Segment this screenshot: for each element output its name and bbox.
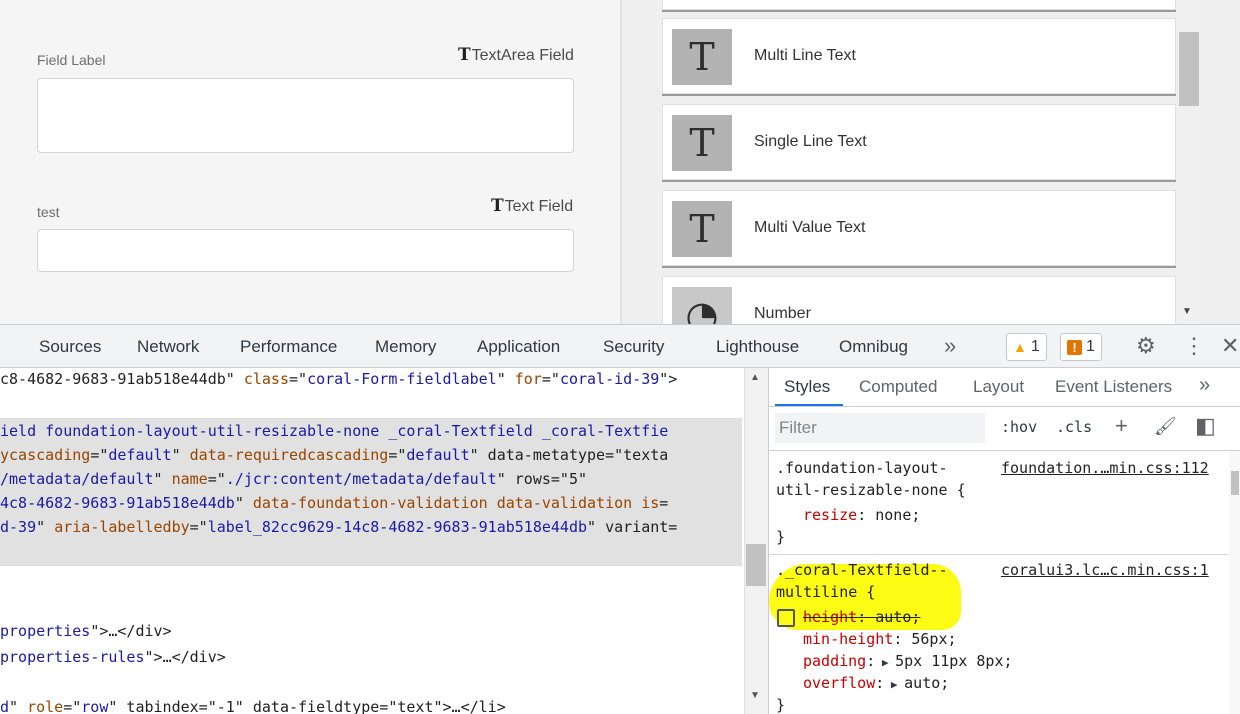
tab-application[interactable]: Application: [477, 337, 560, 357]
tab-performance[interactable]: Performance: [240, 337, 337, 357]
close-icon[interactable]: ✕: [1221, 333, 1239, 359]
css-selector: ._coral-Textfield--: [776, 561, 948, 579]
dom-tree-line[interactable]: d" role="row" tabindex="-1" data-fieldty…: [0, 698, 506, 714]
component-card-single-line-text[interactable]: T Single Line Text: [662, 104, 1176, 180]
components-panel: T Multi Line Text T Single Line Text T M…: [622, 0, 1240, 324]
issues-count: 1: [1086, 338, 1095, 355]
text-field-input[interactable]: [37, 229, 574, 272]
dom-tree-line[interactable]: c8-4682-9683-91ab518e44db" class="coral-…: [0, 370, 677, 388]
issue-icon: !: [1067, 339, 1082, 355]
tab-security[interactable]: Security: [603, 337, 664, 357]
tab-layout[interactable]: Layout: [973, 377, 1024, 397]
devtools-tab-bar: Sources Network Performance Memory Appli…: [0, 324, 1240, 368]
form-canvas: Field Label TTextArea Field test TText F…: [0, 0, 620, 324]
component-card-multi-line-text[interactable]: T Multi Line Text: [662, 18, 1176, 94]
tab-event-listeners[interactable]: Event Listeners: [1055, 377, 1172, 397]
component-card-multi-value-text[interactable]: T Multi Value Text: [662, 190, 1176, 266]
tab-styles[interactable]: Styles: [784, 377, 830, 397]
component-label: Multi Value Text: [754, 219, 866, 236]
tab-lighthouse[interactable]: Lighthouse: [716, 337, 799, 357]
elements-scrollbar[interactable]: [744, 368, 768, 714]
components-scrollbar-thumb[interactable]: [1179, 32, 1199, 106]
css-selector: multiline {: [776, 583, 876, 601]
css-rule-close: }: [776, 696, 786, 714]
settings-gear-icon[interactable]: ⚙: [1136, 333, 1156, 359]
css-declaration[interactable]: min-height: 56px;: [803, 630, 957, 648]
scroll-up-arrow-icon[interactable]: ▲: [750, 372, 760, 383]
stylesheet-source-link[interactable]: coralui3.lc…c.min.css:1: [1001, 561, 1209, 579]
expand-triangle-icon[interactable]: ▶: [884, 678, 904, 691]
dom-tree-line[interactable]: ycascading="default" data-requiredcascad…: [0, 446, 668, 464]
stylesheet-source-link[interactable]: foundation.…min.css:112: [1001, 459, 1209, 477]
field-label-2: test: [37, 204, 60, 220]
scroll-down-arrow-icon[interactable]: ▼: [750, 690, 760, 701]
dom-tree-line[interactable]: /metadata/default" name="./jcr:content/m…: [0, 470, 587, 488]
textarea-field-input[interactable]: [37, 78, 574, 153]
styles-scrollbar-thumb[interactable]: [1231, 471, 1239, 495]
gauge-icon: ◔: [672, 287, 732, 324]
scroll-down-arrow-icon[interactable]: ▼: [1182, 306, 1192, 317]
tab-network[interactable]: Network: [137, 337, 199, 357]
paint-brush-icon[interactable]: 🖌: [1154, 416, 1177, 437]
text-type-icon: T: [672, 201, 732, 257]
component-card[interactable]: [662, 0, 1176, 10]
more-tabs-icon[interactable]: »: [1199, 374, 1210, 397]
textarea-field-type-tag: TTextArea Field: [458, 45, 574, 65]
selected-node-highlight: [0, 418, 742, 566]
class-toggle[interactable]: .cls: [1056, 418, 1092, 436]
component-card-number[interactable]: ◔ Number: [662, 276, 1176, 324]
css-selector: util-resizable-none {: [776, 481, 966, 499]
text-type-icon: T: [491, 196, 504, 216]
hover-state-toggle[interactable]: :hov: [1001, 418, 1037, 436]
css-declaration[interactable]: resize: none;: [803, 506, 920, 524]
toggle-sidebar-icon[interactable]: ◧: [1195, 413, 1216, 439]
text-type-icon: T: [672, 29, 732, 85]
css-declaration[interactable]: overflow: ▶ auto;: [803, 674, 949, 692]
dom-tree-line[interactable]: ield foundation-layout-util-resizable-no…: [0, 422, 668, 440]
divider: [769, 450, 1240, 451]
expand-triangle-icon[interactable]: ▶: [875, 656, 895, 669]
warnings-badge[interactable]: ▲ 1: [1006, 333, 1047, 361]
tab-sources[interactable]: Sources: [39, 337, 101, 357]
component-label: Single Line Text: [754, 133, 867, 150]
css-rule-close: }: [776, 528, 786, 546]
divider: [769, 554, 1229, 555]
warning-icon: ▲: [1013, 339, 1027, 355]
component-label: Multi Line Text: [754, 47, 856, 64]
dom-tree-line[interactable]: properties">…</div>: [0, 622, 172, 640]
tab-memory[interactable]: Memory: [375, 337, 436, 357]
field-label-1: Field Label: [37, 52, 106, 68]
styles-pane: Styles Computed Layout Event Listeners »…: [768, 368, 1240, 714]
issues-badge[interactable]: ! 1: [1060, 333, 1102, 361]
elements-scrollbar-thumb[interactable]: [746, 544, 766, 586]
warnings-count: 1: [1030, 338, 1040, 355]
new-style-rule-icon[interactable]: +: [1115, 413, 1128, 439]
css-selector: .foundation-layout-: [776, 459, 948, 477]
elements-pane: c8-4682-9683-91ab518e44db" class="coral-…: [0, 368, 768, 714]
divider: [769, 406, 1240, 407]
text-type-icon: T: [672, 115, 732, 171]
more-tabs-icon[interactable]: »: [944, 333, 956, 359]
text-field-type-tag: TText Field: [491, 196, 573, 216]
dom-tree-line[interactable]: properties-rules">…</div>: [0, 648, 226, 666]
tab-omnibug[interactable]: Omnibug: [839, 337, 908, 357]
text-type-icon: T: [458, 45, 471, 65]
field-type-label: TextArea Field: [471, 47, 574, 64]
css-declaration-disabled[interactable]: height: auto;: [803, 608, 920, 626]
declaration-enable-checkbox[interactable]: [777, 609, 795, 627]
dom-tree-line[interactable]: 4c8-4682-9683-91ab518e44db" data-foundat…: [0, 494, 668, 512]
tab-computed[interactable]: Computed: [859, 377, 937, 397]
styles-filter-input[interactable]: [775, 413, 985, 443]
kebab-menu-icon[interactable]: ⋮: [1183, 333, 1205, 359]
css-declaration[interactable]: padding: ▶ 5px 11px 8px;: [803, 652, 1013, 670]
dom-tree-line[interactable]: d-39" aria-labelledby="label_82cc9629-14…: [0, 518, 677, 536]
component-label: Number: [754, 305, 811, 322]
field-type-label: Text Field: [504, 198, 574, 215]
